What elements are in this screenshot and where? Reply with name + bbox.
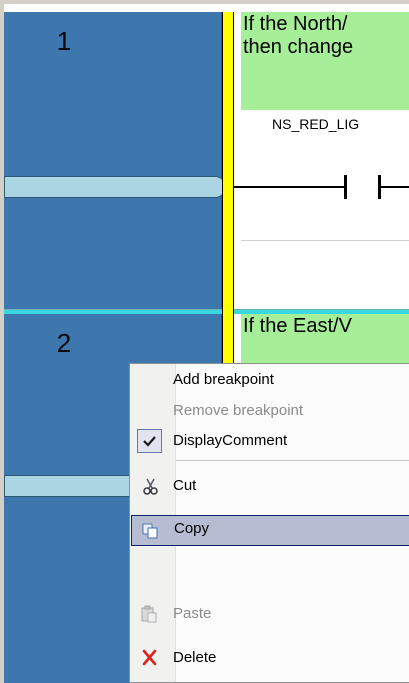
rung-number-2: 2: [56, 328, 72, 358]
rung-comment-1-line-2: then change: [243, 36, 354, 58]
scissors-icon: [139, 476, 161, 496]
rung-1-grid-line: [241, 240, 409, 241]
menu-item-cut[interactable]: Cut: [131, 472, 409, 500]
rung-1-wire-right: [381, 186, 409, 188]
menu-item-label: Delete: [173, 649, 217, 666]
rung-comment-1-line-1: If the North/: [243, 13, 348, 35]
menu-item-label: DisplayComment: [173, 432, 288, 449]
rung-1-wire-left: [226, 186, 346, 188]
menu-item-paste[interactable]: Paste: [131, 600, 409, 628]
contact-left-bar[interactable]: [344, 175, 347, 199]
rung-number-cell-1[interactable]: 1: [4, 12, 222, 310]
rung-comment-1[interactable]: If the North/ then change: [241, 12, 409, 110]
context-menu[interactable]: Add breakpoint Remove breakpoint Display…: [129, 363, 409, 683]
editor-frame-top: [0, 0, 409, 4]
rung-number-1: 1: [56, 26, 72, 56]
rung-comment-2-line-1: If the East/V: [243, 315, 352, 337]
menu-item-label: Remove breakpoint: [173, 402, 304, 419]
menu-item-label: Add breakpoint: [173, 371, 274, 388]
menu-item-add-breakpoint[interactable]: Add breakpoint: [131, 366, 409, 394]
menu-item-label: Paste: [173, 605, 212, 622]
rung-1-power-flow-bar: [4, 176, 226, 198]
rung-1-body[interactable]: [241, 110, 409, 310]
copy-icon: [140, 521, 162, 541]
menu-separator: [176, 460, 409, 461]
delete-x-icon: [139, 648, 161, 668]
menu-item-copy[interactable]: Copy: [131, 515, 409, 546]
menu-item-label: Cut: [173, 477, 197, 494]
menu-item-label: Copy: [174, 520, 210, 537]
menu-item-display-comment[interactable]: DisplayComment: [131, 427, 409, 455]
contact-variable-label[interactable]: NS_RED_LIG: [272, 116, 359, 132]
menu-item-remove-breakpoint[interactable]: Remove breakpoint: [131, 397, 409, 425]
menu-item-delete[interactable]: Delete: [131, 644, 409, 672]
paste-icon: [139, 604, 161, 624]
checkmark-icon: [137, 429, 162, 453]
